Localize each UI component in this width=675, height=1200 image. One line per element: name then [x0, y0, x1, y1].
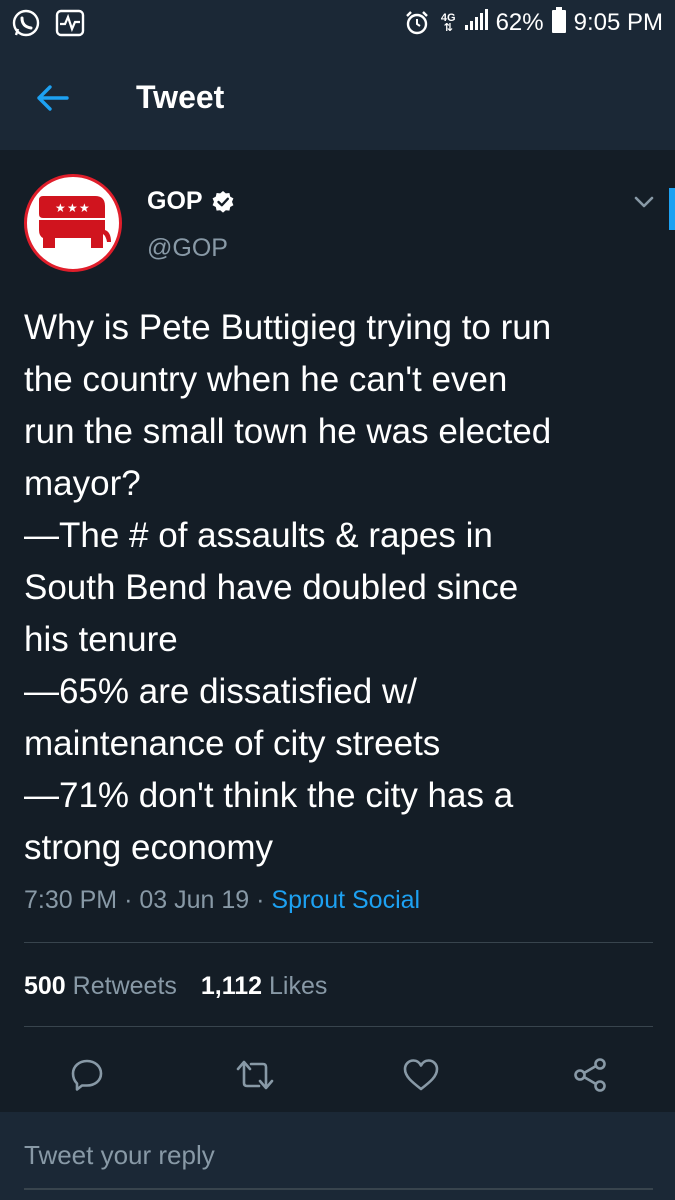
battery-icon — [551, 6, 566, 40]
tweet-text-line: —The # of assaults & rapes in — [24, 516, 493, 555]
retweets-label: Retweets — [72, 972, 177, 1000]
comment-icon — [71, 1059, 103, 1091]
meta-separator: · — [124, 886, 133, 914]
reply-button[interactable] — [62, 1050, 112, 1100]
logo-star-3: ★ — [79, 201, 90, 215]
likes-label: Likes — [269, 972, 328, 1000]
scrollbar[interactable] — [669, 188, 675, 230]
republican-elephant-logo-icon: ★ ★ ★ — [39, 196, 111, 248]
author-name-text: GOP — [147, 187, 203, 215]
retweet-icon — [236, 1060, 274, 1090]
back-button[interactable] — [28, 78, 76, 118]
tweet-text: Why is Pete Buttigieg trying to run the … — [24, 302, 660, 874]
tweet-meta: 7:30 PM · 03 Jun 19 · Sprout Social — [24, 886, 420, 915]
author-handle[interactable]: @GOP — [147, 234, 228, 263]
tweet-source-link[interactable]: Sprout Social — [271, 886, 420, 914]
heart-icon — [403, 1059, 439, 1091]
retweets-count: 500 — [24, 972, 66, 1000]
alarm-clock-icon — [401, 7, 433, 39]
tweet-text-line: his tenure — [24, 620, 178, 659]
author-name[interactable]: GOP — [147, 187, 235, 216]
tweet-text-line: Why is Pete Buttigieg trying to run — [24, 308, 552, 347]
retweets-stat[interactable]: 500 Retweets — [24, 972, 177, 1001]
tweet-text-line: the country when he can't even — [24, 360, 508, 399]
tweet-text-line: South Bend have doubled since — [24, 568, 519, 607]
battery-percent: 62% — [495, 9, 544, 36]
data-arrows-icon: ⇅ — [443, 22, 453, 34]
whatsapp-icon — [10, 7, 42, 39]
activity-monitor-icon — [54, 7, 86, 39]
tweet-text-line: strong economy — [24, 828, 274, 867]
network-type: 4G ⇅ — [441, 13, 456, 34]
meta-separator: · — [256, 886, 265, 914]
tweet-text-line: mayor? — [24, 464, 141, 503]
status-time: 9:05 PM — [573, 9, 663, 36]
tweet-date: 03 Jun 19 — [139, 886, 250, 914]
status-bar: 4G ⇅ 62% 9:05 PM — [0, 0, 675, 46]
logo-star-2: ★ — [67, 201, 78, 215]
likes-stat[interactable]: 1,112 Likes — [201, 972, 328, 1001]
chevron-down-icon — [634, 196, 654, 208]
like-button[interactable] — [396, 1050, 446, 1100]
avatar[interactable]: ★ ★ ★ — [24, 174, 122, 272]
tweet-stats: 500 Retweets 1,112 Likes — [24, 972, 327, 1001]
status-left-icons — [10, 7, 86, 39]
tweet-actions — [0, 1050, 675, 1100]
divider — [24, 942, 653, 943]
share-button[interactable] — [565, 1050, 615, 1100]
retweet-button[interactable] — [230, 1050, 280, 1100]
arrow-left-icon — [37, 85, 69, 111]
tweet-text-line: —65% are dissatisfied w/ — [24, 672, 417, 711]
logo-star-1: ★ — [55, 201, 66, 215]
more-options-button[interactable] — [630, 188, 658, 216]
reply-input-underline — [24, 1188, 653, 1190]
tweet-text-line: maintenance of city streets — [24, 724, 441, 763]
divider — [24, 1026, 653, 1027]
tweet-time: 7:30 PM — [24, 886, 118, 914]
verified-badge-icon — [212, 190, 233, 213]
likes-count: 1,112 — [200, 972, 263, 1000]
tweet-text-line: —71% don't think the city has a — [24, 776, 514, 815]
share-icon — [574, 1058, 606, 1092]
status-right-icons: 4G ⇅ 62% 9:05 PM — [401, 6, 663, 40]
reply-input[interactable]: Tweet your reply — [24, 1140, 215, 1171]
page-title: Tweet — [136, 79, 225, 115]
reply-bar: Tweet your reply — [0, 1112, 675, 1200]
app-header: Tweet — [0, 46, 675, 150]
signal-strength-icon — [464, 8, 488, 38]
tweet-text-line: run the small town he was elected — [24, 412, 552, 451]
